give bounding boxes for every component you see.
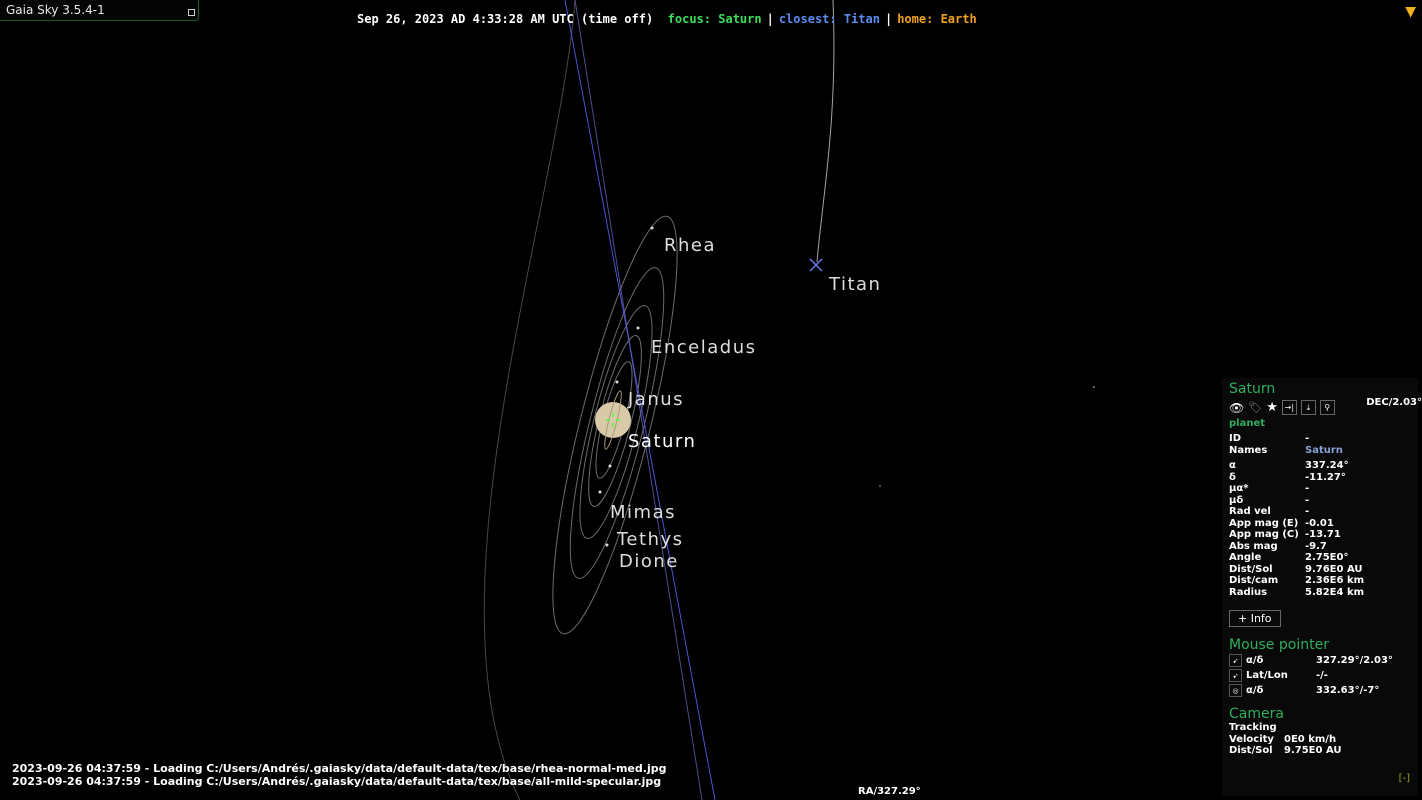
info-row: Radius 5.82E4 km — [1229, 587, 1411, 599]
info-row: Angle 2.75E0° — [1229, 552, 1411, 564]
info-value: 2.75E0° — [1305, 552, 1349, 563]
info-value: - — [1305, 494, 1310, 506]
mouse-pointer-row: ➹ Lat/Lon -/- — [1229, 668, 1411, 683]
info-key: Names — [1229, 444, 1268, 456]
info-key: ID — [1229, 433, 1242, 444]
focus-name: Saturn — [1229, 381, 1276, 397]
info-value: 9.76E0 AU — [1305, 563, 1363, 575]
home-status[interactable]: home: Earth — [897, 12, 976, 26]
label-saturn[interactable]: Saturn — [628, 431, 696, 452]
log-line: 2023-09-26 04:37:59 - Loading C:/Users/A… — [12, 775, 662, 788]
eye-icon[interactable]: 👁 — [1229, 401, 1244, 415]
info-value: -13.71 — [1305, 529, 1341, 540]
camera-title: Camera — [1229, 706, 1284, 722]
camera-row: Dist/Sol 9.75E0 AU — [1229, 745, 1411, 757]
minimize-icon[interactable] — [188, 9, 195, 16]
camera-value: 0E0 km/h — [1284, 733, 1337, 745]
pointer-icon[interactable]: ➹ — [1229, 669, 1242, 682]
camera-key: Tracking — [1229, 722, 1277, 733]
info-row: δ -11.27° — [1229, 472, 1411, 484]
mouse-key: Lat/Lon — [1246, 670, 1288, 681]
label-enceladus[interactable]: Enceladus — [651, 337, 757, 358]
info-row: Dist/cam 2.36E6 km — [1229, 575, 1411, 587]
info-key: Dist/cam — [1229, 575, 1279, 586]
label-rhea[interactable]: Rhea — [664, 235, 716, 256]
pointer-icon[interactable]: ➹ — [1229, 654, 1242, 667]
label-titan[interactable]: Titan — [829, 274, 881, 295]
mouse-key: α/δ — [1246, 655, 1264, 666]
info-value: Saturn — [1305, 444, 1343, 456]
label-dione[interactable]: Dione — [619, 551, 679, 572]
land-on-icon[interactable]: ⤓ — [1300, 400, 1316, 415]
info-key: μδ — [1229, 494, 1244, 506]
camera-key: Velocity — [1229, 733, 1274, 745]
info-value: - — [1305, 483, 1310, 494]
mouse-value: -/- — [1316, 670, 1328, 681]
camera-value: 9.75E0 AU — [1284, 745, 1342, 756]
info-key: App mag (E) — [1229, 517, 1299, 529]
closest-status[interactable]: closest: Titan — [779, 12, 880, 26]
info-value: -9.7 — [1305, 540, 1327, 552]
top-status-bar: Sep 26, 2023 AD 4:33:28 AM UTC (time off… — [357, 12, 977, 26]
focus-info-panel: Saturn 👁 🏷 ★ →| ⤓ ⚲ planet ID - Names Satur… — [1222, 378, 1418, 796]
space-view[interactable] — [0, 0, 1422, 800]
app-title: Gaia Sky 3.5.4-1 — [6, 3, 105, 17]
info-row: Rad vel - — [1229, 506, 1411, 518]
info-value: -0.01 — [1305, 517, 1334, 529]
object-type: planet — [1229, 418, 1266, 429]
info-key: α — [1229, 460, 1236, 471]
info-key: Abs mag — [1229, 540, 1278, 552]
title-bar[interactable]: Gaia Sky 3.5.4-1 — [0, 0, 199, 21]
label-mimas[interactable]: Mimas — [610, 502, 676, 523]
camera-row: Tracking — [1229, 722, 1411, 734]
go-to-icon[interactable]: →| — [1281, 400, 1297, 415]
info-value: - — [1305, 506, 1310, 517]
camera-row: Velocity 0E0 km/h — [1229, 734, 1411, 746]
mouse-value: 327.29°/2.03° — [1316, 655, 1393, 666]
info-key: Radius — [1229, 586, 1268, 598]
info-key: Angle — [1229, 552, 1262, 563]
camera-key: Dist/Sol — [1229, 745, 1273, 756]
more-info-button[interactable]: + Info — [1229, 610, 1281, 627]
ra-readout: RA/327.29° — [858, 786, 921, 797]
info-key: μα* — [1229, 483, 1249, 494]
gaze-icon[interactable]: ◎ — [1229, 684, 1242, 697]
info-value: 5.82E4 km — [1305, 586, 1365, 598]
land-at-icon[interactable]: ⚲ — [1319, 400, 1335, 415]
info-value: -11.27° — [1305, 471, 1346, 483]
info-key: Rad vel — [1229, 506, 1271, 517]
info-row: Names Saturn — [1229, 445, 1411, 457]
mouse-value: 332.63°/-7° — [1316, 685, 1380, 696]
star-icon[interactable]: ★ — [1266, 400, 1278, 415]
info-value: 2.36E6 km — [1305, 575, 1365, 586]
mouse-pointer-row: ◎ α/δ 332.63°/-7° — [1229, 683, 1411, 698]
info-key: δ — [1229, 471, 1236, 483]
info-key: Dist/Sol — [1229, 563, 1273, 575]
titan-closest-marker-icon — [809, 258, 823, 272]
info-row: ID - — [1229, 433, 1411, 445]
mouse-pointer-row: ➹ α/δ 327.29°/2.03° — [1229, 653, 1411, 668]
mouse-pointer-title: Mouse pointer — [1229, 637, 1329, 653]
info-key: App mag (C) — [1229, 529, 1299, 540]
mouse-key: α/δ — [1246, 685, 1264, 696]
datetime[interactable]: Sep 26, 2023 AD 4:33:28 AM UTC (time off… — [357, 12, 653, 26]
info-row: μδ - — [1229, 495, 1411, 507]
dec-readout: DEC/2.03° — [1366, 397, 1422, 408]
label-tethys[interactable]: Tethys — [617, 529, 684, 550]
saturn-planet — [595, 402, 631, 438]
log-line: 2023-09-26 04:37:59 - Loading C:/Users/A… — [12, 762, 667, 775]
info-row: App mag (C) -13.71 — [1229, 529, 1411, 541]
menu-toggle-icon[interactable]: ▼ — [1405, 4, 1416, 20]
focus-status[interactable]: focus: Saturn — [668, 12, 762, 26]
label-janus[interactable]: Janus — [628, 389, 684, 410]
info-row: Abs mag -9.7 — [1229, 541, 1411, 553]
info-value: 337.24° — [1305, 460, 1349, 471]
collapse-button[interactable]: [-] — [1399, 773, 1410, 784]
info-row: μα* - — [1229, 483, 1411, 495]
info-row: α 337.24° — [1229, 460, 1411, 472]
info-row: Dist/Sol 9.76E0 AU — [1229, 564, 1411, 576]
tag-icon[interactable]: 🏷 — [1248, 401, 1262, 414]
info-row: App mag (E) -0.01 — [1229, 518, 1411, 530]
info-value: - — [1305, 433, 1310, 444]
